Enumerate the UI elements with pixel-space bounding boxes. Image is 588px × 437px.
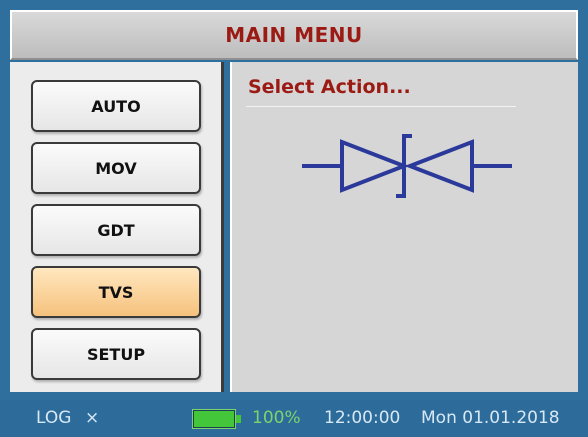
main-area: AUTO MOV GDT TVS SETUP Select Action... <box>10 62 578 392</box>
battery-fill <box>194 411 234 427</box>
auto-button[interactable]: AUTO <box>31 80 201 132</box>
clock-date: Mon 01.01.2018 <box>421 408 560 428</box>
setup-button[interactable]: SETUP <box>31 328 201 380</box>
battery-percent: 100% <box>252 408 301 428</box>
menu-panel: AUTO MOV GDT TVS SETUP <box>10 62 224 392</box>
log-label[interactable]: LOG <box>36 408 71 428</box>
close-icon[interactable]: × <box>85 408 99 428</box>
status-bar: LOG × 100% 12:00:00 Mon 01.01.2018 <box>0 400 588 437</box>
title-divider <box>246 106 516 107</box>
page-title: MAIN MENU <box>225 23 363 47</box>
title-bar: MAIN MENU <box>10 10 578 60</box>
battery-icon <box>192 409 242 429</box>
clock-time: 12:00:00 <box>324 408 401 428</box>
battery-body <box>192 409 236 429</box>
battery-tip <box>236 415 241 423</box>
device-screen: MAIN MENU AUTO MOV GDT TVS SETUP Select … <box>0 0 588 437</box>
action-panel: Select Action... <box>230 62 578 392</box>
gdt-button[interactable]: GDT <box>31 204 201 256</box>
select-action-title: Select Action... <box>248 76 411 98</box>
mov-button[interactable]: MOV <box>31 142 201 194</box>
tvs-diode-symbol-icon <box>302 134 512 198</box>
tvs-button[interactable]: TVS <box>31 266 201 318</box>
